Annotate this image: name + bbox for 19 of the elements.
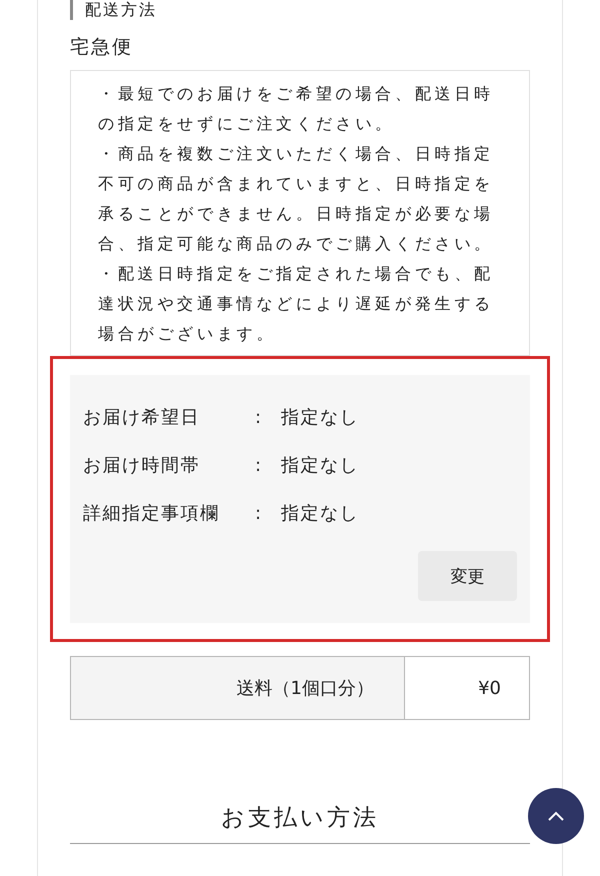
option-label: お届け時間帯 — [83, 454, 201, 477]
section-heading: 配送方法 — [85, 0, 157, 20]
chevron-up-icon — [548, 811, 564, 821]
option-label: 詳細指定事項欄 — [83, 502, 220, 525]
payment-heading: お支払い方法 — [70, 802, 530, 844]
note-text: ・商品を複数ご注文いただく場合、日時指定不可の商品が含まれていますと、日時指定を承ることができません。日時指定が必要な場合、指定可能な商品のみでご購入ください。 — [98, 143, 495, 255]
option-value: 指定なし — [281, 454, 359, 477]
change-button[interactable]: 変更 — [418, 551, 517, 601]
note-text: ・配送日時指定をご指定された場合でも、配達状況や交通事情などにより遅延が発生する場合がございます。 — [98, 263, 495, 345]
note-text: ・最短でのお届けをご希望の場合、配送日時の指定をせずにご注文ください。 — [98, 83, 495, 135]
separator: : — [255, 502, 264, 524]
fee-value-cell-text: ¥0 — [477, 676, 502, 700]
shipping-method: 宅急便 — [70, 35, 134, 60]
option-value: 指定なし — [281, 502, 359, 525]
option-value: 指定なし — [281, 406, 359, 429]
option-label: お届け希望日 — [83, 406, 201, 429]
separator: : — [255, 454, 264, 476]
separator: : — [255, 406, 264, 428]
fee-label-cell: 送料（1個口分） — [71, 657, 405, 719]
